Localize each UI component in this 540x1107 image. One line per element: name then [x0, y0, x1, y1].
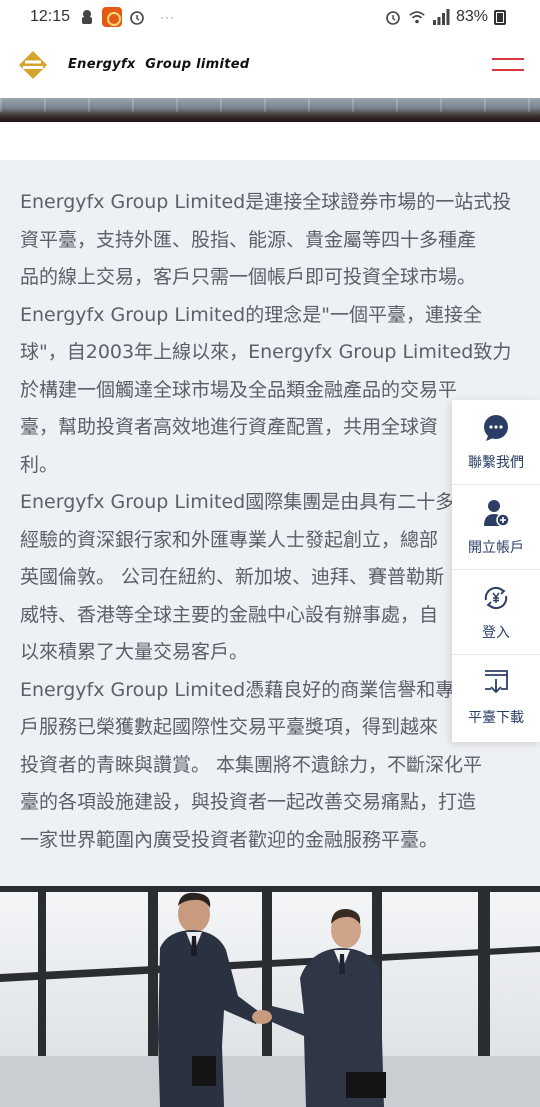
text-line: 球"，自2003年上線以來，Energyfx Group Limited致力 [20, 341, 512, 363]
login-button[interactable]: 登入 [452, 570, 540, 655]
banner-image [0, 98, 540, 122]
alarm-clock-icon [386, 11, 400, 25]
site-header: Energyfx Group limited [0, 36, 540, 98]
paragraph-philosophy: Energyfx Group Limited的理念是"一個平臺，連接全 球"，自… [20, 297, 520, 485]
open-account-button[interactable]: 開立帳戶 [452, 485, 540, 570]
side-item-label: 登入 [482, 625, 510, 641]
handshake-illustration [0, 886, 540, 1107]
paragraph-history: Energyfx Group Limited國際集團是由具有二十多 經驗的資深銀… [20, 484, 520, 672]
alarm-clock-icon [130, 11, 144, 25]
side-item-label: 聯繫我們 [468, 455, 524, 471]
text-line: 利。 [20, 453, 59, 476]
text-line: Energyfx Group Limited的理念是"一個平臺，連接全 [20, 303, 482, 326]
text-line: 品的線上交易，客戶只需一個帳戶即可投資全球市場。 [20, 266, 477, 288]
add-user-icon [484, 500, 510, 527]
text-line: 臺，幫助投資者高效地進行資產配置，共用全球資 [20, 416, 439, 438]
status-notification-icons: ··· [78, 7, 175, 27]
menu-line [492, 58, 524, 60]
hamburger-menu-icon[interactable] [492, 56, 524, 74]
paragraph-intro: Energyfx Group Limited是連接全球證券市場的一站式投 資平臺… [20, 184, 520, 297]
side-item-label: 平臺下載 [468, 710, 524, 726]
text-line: Energyfx Group Limited憑藉良好的商業信譽和專 [20, 678, 455, 701]
paragraph-awards: Energyfx Group Limited憑藉良好的商業信譽和專 戶服務已榮獲… [20, 672, 520, 860]
android-robot-icon [82, 10, 92, 24]
platform-download-button[interactable]: 平臺下載 [452, 655, 540, 740]
text-line: 威特、香港等全球主要的金融中心設有辦事處，自 [20, 603, 439, 626]
text-line: 戶服務已榮獲數起國際性交易平臺獎項，得到越來 [20, 716, 439, 738]
chat-icon [484, 415, 508, 441]
status-time: 12:15 [30, 8, 71, 25]
text-line: 英國倫敦。 公司在紐約、新加坡、迪拜、賽普勒斯 [20, 566, 445, 588]
battery-icon [494, 9, 506, 25]
text-line: 以來積累了大量交易客戶。 [20, 641, 249, 663]
app-notification-icon [102, 7, 122, 27]
wifi-icon [409, 11, 425, 24]
more-notifications-icon: ··· [160, 10, 175, 24]
download-icon [485, 670, 508, 694]
signal-icon [432, 9, 450, 25]
side-item-label: 開立帳戶 [468, 540, 524, 556]
text-line: 資平臺，支持外匯、股指、能源、貴金屬等四十多種產 [20, 228, 477, 251]
text-line: 一家世界範圍內廣受投資者歡迎的金融服務平臺。 [20, 828, 439, 851]
text-line: 於構建一個觸達全球市場及全品類金融產品的交易平 [20, 378, 458, 401]
contact-us-button[interactable]: 聯繫我們 [452, 400, 540, 485]
logo-icon[interactable] [18, 50, 48, 80]
text-line: Energyfx Group Limited國際集團是由具有二十多 [20, 491, 455, 513]
battery-percent: 83% [455, 8, 488, 25]
text-line: 經驗的資深銀行家和外匯專業人士發起創立，總部 [20, 528, 439, 551]
status-bar: 12:15 ··· 83% [0, 0, 540, 36]
menu-line [492, 69, 524, 71]
text-line: Energyfx Group Limited是連接全球證券市場的一站式投 [20, 191, 512, 213]
money-login-icon [484, 586, 508, 610]
status-system-icons: 83% [384, 8, 506, 26]
text-line: 投資者的青睞與讚賞。 本集團將不遺餘力，不斷深化平 [20, 753, 483, 776]
handshake-photo [0, 886, 540, 1107]
floating-side-panel: 聯繫我們 開立帳戶 登入 平臺下載 [452, 400, 540, 742]
text-line: 臺的各項設施建設，與投資者一起改善交易痛點，打造 [20, 791, 477, 813]
brand-name[interactable]: Energyfx Group limited [68, 57, 250, 72]
